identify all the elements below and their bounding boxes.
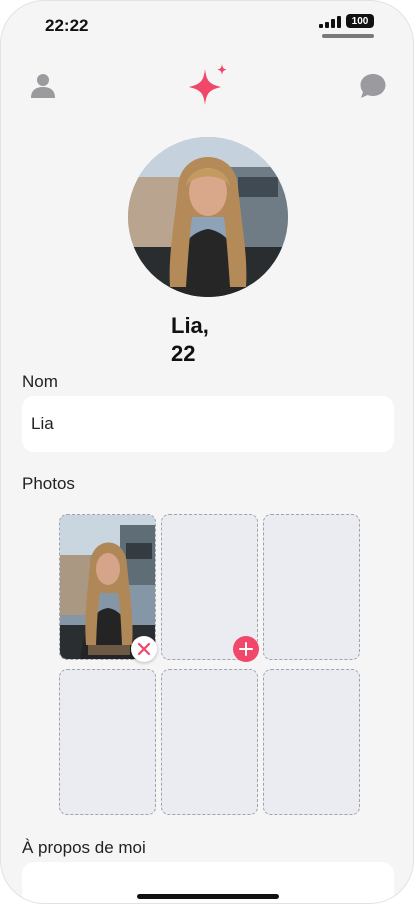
phone-screen: 22:22 100 Lia, 22 Nom Lia Photos À propo… [0,0,414,904]
remove-photo-button[interactable] [131,636,157,662]
status-indicator-line [322,34,374,38]
photo-slot-5[interactable] [161,669,258,815]
add-photo-button[interactable] [233,636,259,662]
profile-name-text: Lia, [171,313,209,338]
home-indicator[interactable] [137,894,279,899]
name-label: Nom [22,372,58,391]
avatar-photo [128,137,288,297]
photo-slot-4[interactable] [59,669,156,815]
close-icon [137,642,151,656]
profile-age: 22 [171,341,196,366]
about-label: À propos de moi [22,838,146,857]
signal-icon [319,16,341,28]
chat-bubble-icon[interactable] [359,72,387,100]
profile-avatar[interactable] [128,137,288,297]
battery-icon: 100 [346,14,374,28]
photo-slot-3[interactable] [263,514,360,660]
status-time: 22:22 [45,16,89,35]
user-icon[interactable] [29,71,57,99]
name-input[interactable] [22,396,394,452]
sparkle-logo-icon [189,64,227,105]
plus-icon [239,642,253,656]
photos-label: Photos [22,474,75,493]
photo-slot-6[interactable] [263,669,360,815]
battery-level: 100 [351,15,369,27]
profile-name: Lia, 22 [171,312,241,368]
